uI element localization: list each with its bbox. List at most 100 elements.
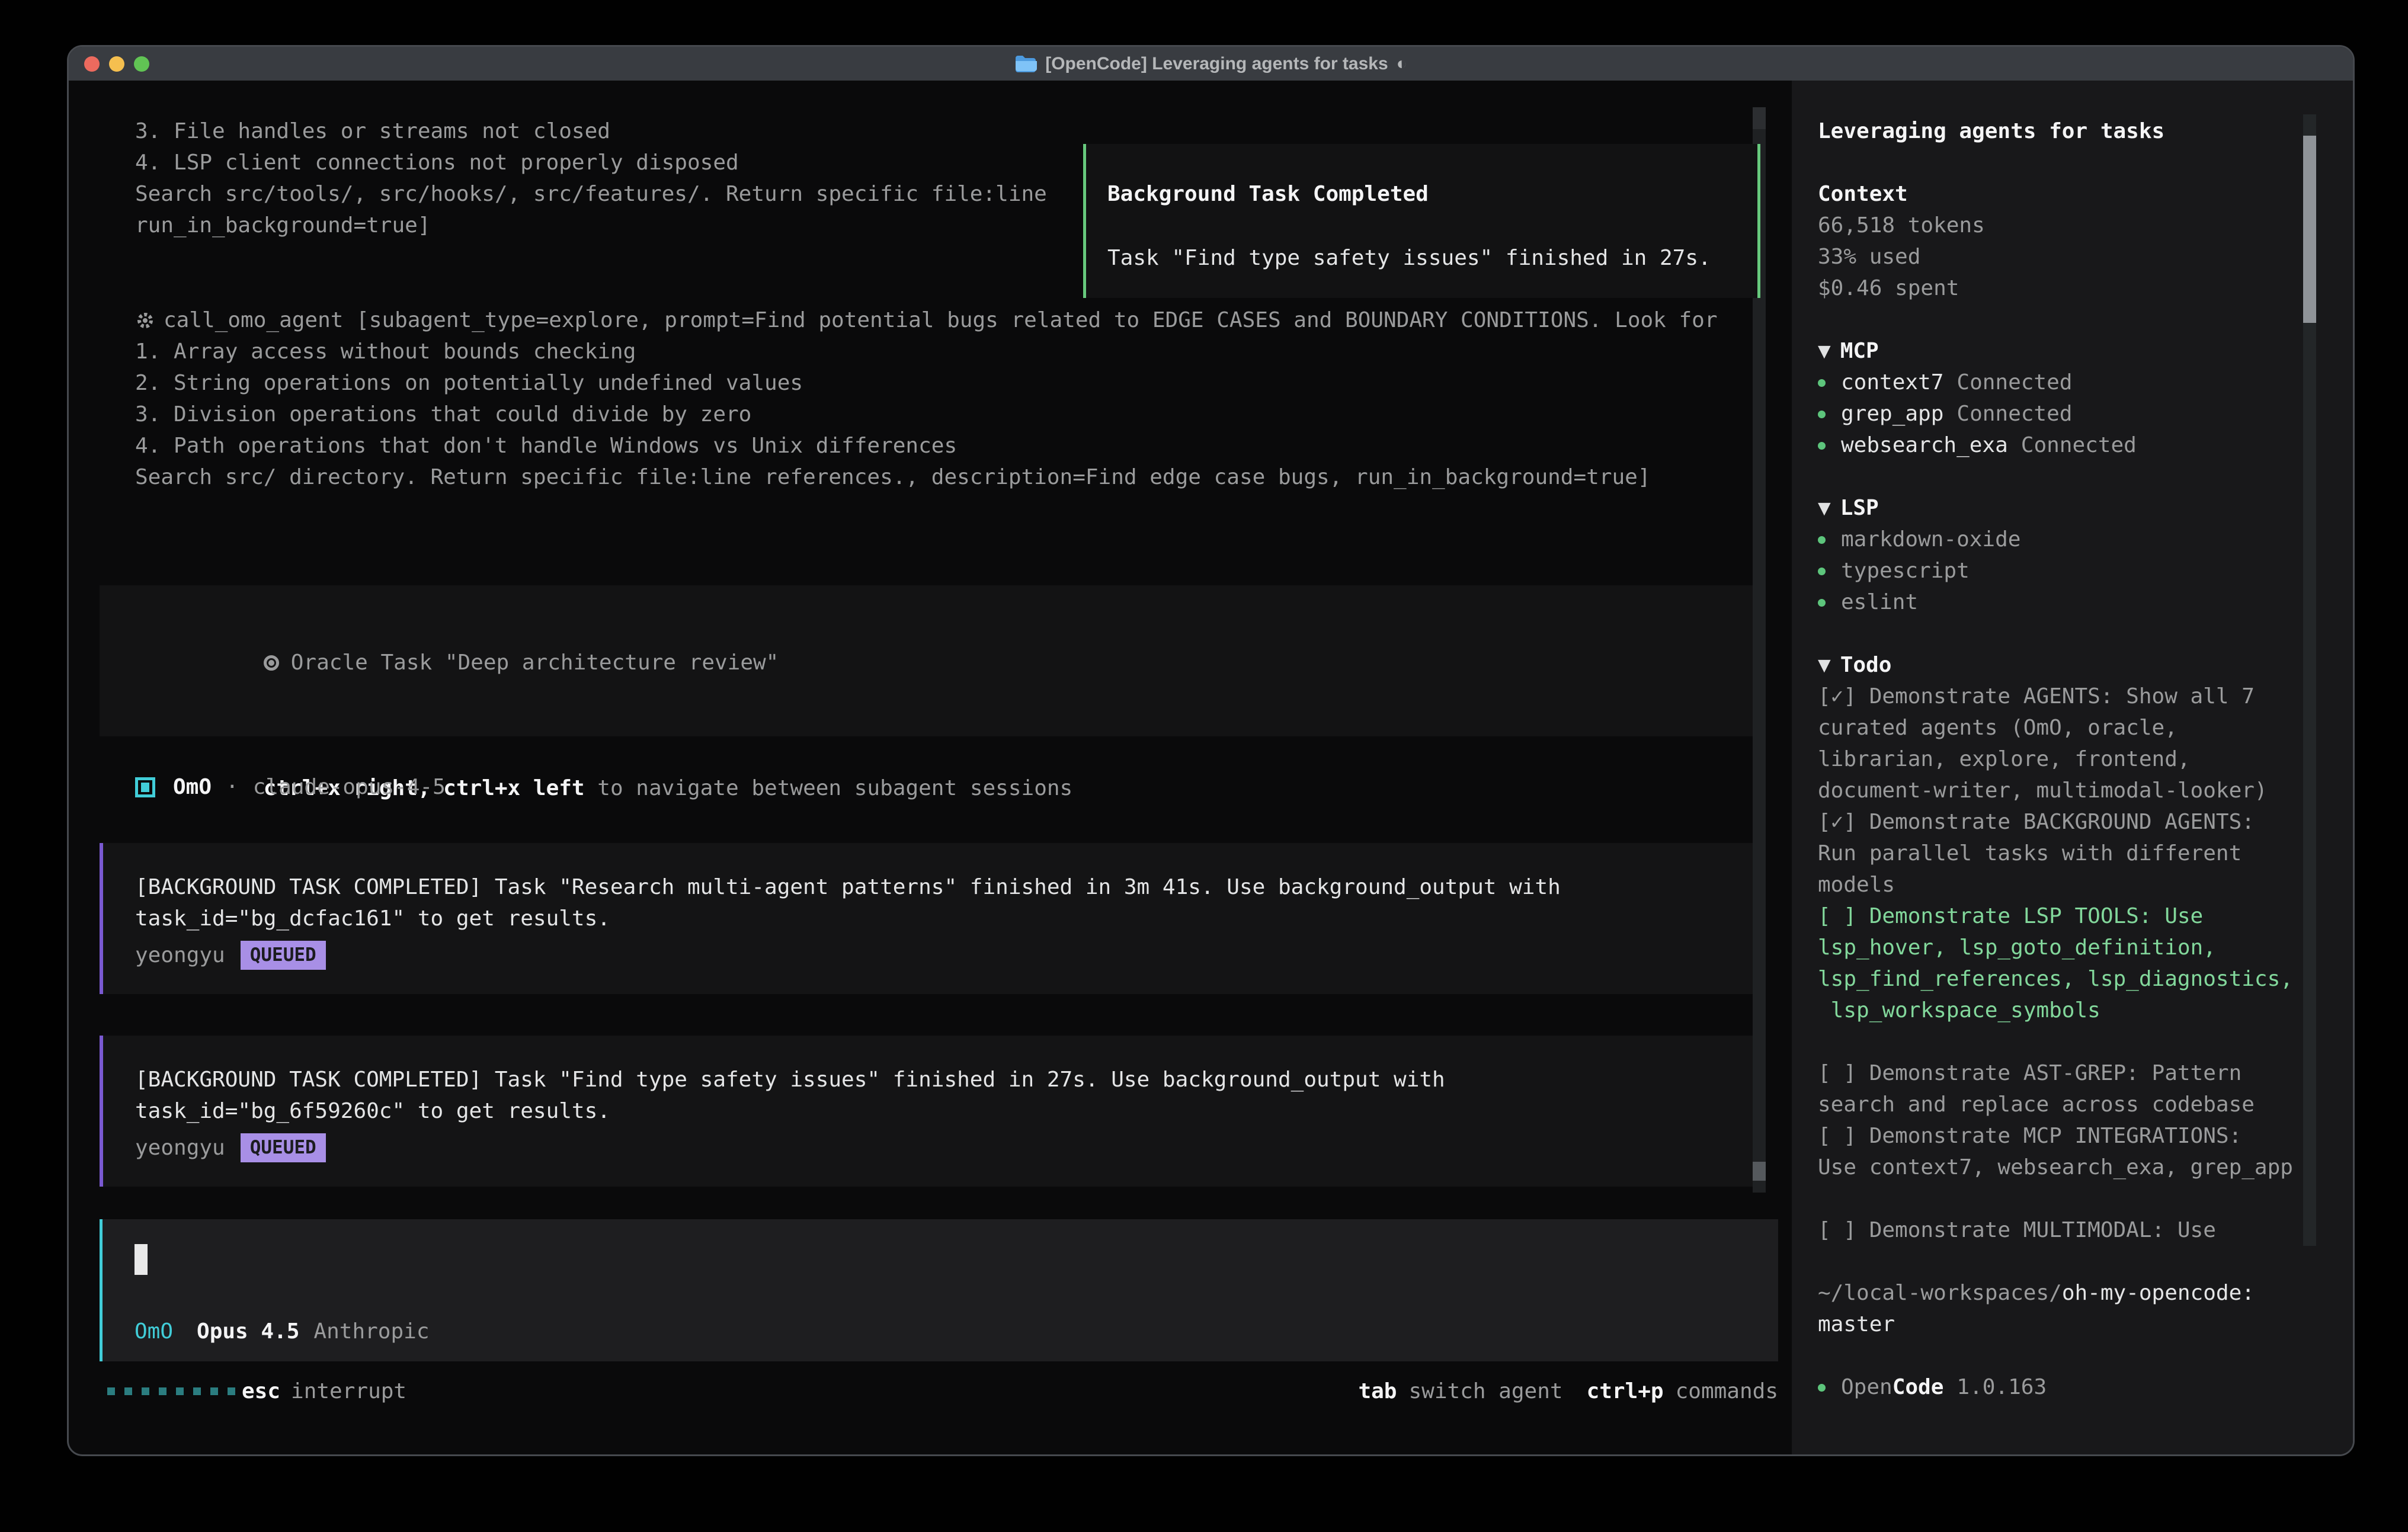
- minimize-button[interactable]: [109, 56, 124, 72]
- prompt-input[interactable]: OmO Opus 4.5 Anthropic: [100, 1219, 1778, 1361]
- text-cursor: [135, 1244, 148, 1275]
- tool-call-item: 2. String operations on potentially unde…: [135, 367, 1718, 399]
- todo-line: [ ] Demonstrate MCP INTEGRATIONS:: [1818, 1120, 2301, 1152]
- lsp-section-header[interactable]: ▼ LSP: [1818, 492, 2301, 524]
- tool-call-footer: Search src/ directory. Return specific f…: [135, 461, 1718, 493]
- spinner-dot: [176, 1387, 184, 1395]
- mcp-heading: MCP: [1840, 339, 1879, 363]
- tool-call-header: call_omo_agent [subagent_type=explore, p…: [164, 305, 1718, 336]
- mcp-status: Connected: [1956, 370, 2072, 395]
- spinner-dot: [228, 1387, 235, 1395]
- app-version: 1.0.163: [1956, 1375, 2047, 1399]
- todo-line-active: [ ] Demonstrate LSP TOOLS: Use: [1818, 900, 2301, 932]
- spacer: [1818, 304, 2301, 335]
- chat-scrollbar-thumb[interactable]: [1753, 1162, 1766, 1181]
- toast-title: Background Task Completed: [1107, 178, 1757, 210]
- spacer: [1818, 1183, 2301, 1214]
- status-dot-icon: [1818, 411, 1826, 418]
- status-bar: esc interrupt tab switch agent ctrl+p co…: [69, 1376, 1792, 1407]
- esc-key-hint: esc: [242, 1376, 280, 1407]
- session-state-icon: ◐: [1397, 54, 1407, 74]
- chevron-down-icon[interactable]: ▼: [1818, 653, 1831, 677]
- status-dot-icon: [1818, 536, 1826, 544]
- scrollback-line: 3. File handles or streams not closed: [135, 116, 1047, 147]
- chevron-down-icon[interactable]: ▼: [1818, 496, 1831, 520]
- todo-heading: Todo: [1840, 653, 1892, 677]
- status-dot-icon: [1818, 442, 1826, 450]
- chat-scrollbar-top-segment[interactable]: [1753, 107, 1766, 129]
- lsp-heading: LSP: [1840, 496, 1879, 520]
- agent-header: OmO · claude-opus-4-5: [135, 771, 446, 803]
- workspace-branch: master: [1818, 1309, 2301, 1340]
- todo-line-active: lsp_hover, lsp_goto_definition,: [1818, 932, 2301, 963]
- spinner-dot: [142, 1387, 149, 1395]
- spinner-dot: [210, 1387, 218, 1395]
- spinner-dot: [193, 1387, 201, 1395]
- esc-action-hint: interrupt: [291, 1376, 406, 1407]
- message-card: [BACKGROUND TASK COMPLETED] Task "Resear…: [100, 843, 1759, 994]
- message-line: task_id="bg_6f59260c" to get results.: [135, 1095, 1759, 1127]
- lsp-name: typescript: [1841, 559, 1970, 583]
- zoom-button[interactable]: [134, 56, 149, 72]
- tab-key-hint: tab: [1358, 1376, 1397, 1407]
- oracle-task-panel[interactable]: Oracle Task "Deep architecture review" c…: [100, 585, 1759, 736]
- close-button[interactable]: [84, 56, 100, 72]
- todo-line: [✓] Demonstrate AGENTS: Show all 7: [1818, 681, 2301, 712]
- status-badge: QUEUED: [241, 1133, 326, 1162]
- todo-line: [ ] Demonstrate MULTIMODAL: Use: [1818, 1214, 2301, 1246]
- chevron-down-icon[interactable]: ▼: [1818, 339, 1831, 363]
- message-card: [BACKGROUND TASK COMPLETED] Task "Find t…: [100, 1036, 1759, 1187]
- ctrlp-key-hint: ctrl+p: [1587, 1376, 1664, 1407]
- status-badge: QUEUED: [241, 941, 326, 970]
- workspace-repo: oh-my-opencode:: [2062, 1281, 2255, 1305]
- spinner-dot: [124, 1387, 132, 1395]
- todo-line: librarian, explore, frontend,: [1818, 743, 2301, 775]
- mcp-item: context7Connected: [1818, 367, 2301, 398]
- scrollback-line: Search src/tools/, src/hooks/, src/featu…: [135, 178, 1047, 210]
- mcp-item: grep_appConnected: [1818, 398, 2301, 430]
- tool-call-item: 4. Path operations that don't handle Win…: [135, 430, 1718, 461]
- todo-line: Use context7, websearch_exa, grep_app: [1818, 1152, 2301, 1183]
- todo-line: search and replace across codebase: [1818, 1089, 2301, 1120]
- message-author: yeongyu: [135, 1132, 225, 1164]
- window-title-group: [OpenCode] Leveraging agents for tasks ◐: [1014, 54, 1407, 74]
- spacer: [1818, 1340, 2301, 1371]
- titlebar[interactable]: [OpenCode] Leveraging agents for tasks ◐: [69, 47, 2353, 81]
- scrollback-text: 3. File handles or streams not closed 4.…: [135, 116, 1047, 241]
- oracle-hint-text: to navigate between subagent sessions: [585, 776, 1073, 800]
- todo-line: Run parallel tasks with different: [1818, 838, 2301, 869]
- spinner-dots: [107, 1376, 245, 1407]
- todo-line: models: [1818, 869, 2301, 900]
- todo-line: [✓] Demonstrate BACKGROUND AGENTS:: [1818, 806, 2301, 838]
- mcp-status: Connected: [1956, 402, 2072, 426]
- sidebar-scrollbar-thumb[interactable]: [2303, 136, 2316, 323]
- sidebar-scrollbar[interactable]: [2303, 114, 2316, 1246]
- oracle-task-title: Oracle Task "Deep architecture review": [291, 650, 779, 675]
- mcp-section-header[interactable]: ▼ MCP: [1818, 335, 2301, 367]
- message-line: task_id="bg_dcfac161" to get results.: [135, 903, 1759, 934]
- lsp-item: typescript: [1818, 555, 2301, 586]
- ctrlp-action-hint: commands: [1676, 1376, 1778, 1407]
- app-name-dim: Open: [1841, 1375, 1893, 1399]
- status-dot-icon: [1818, 568, 1826, 575]
- input-model-label[interactable]: Opus 4.5: [197, 1316, 299, 1347]
- agent-square-icon: [135, 777, 155, 797]
- spinner-dot: [159, 1387, 166, 1395]
- lsp-name: eslint: [1841, 590, 1918, 614]
- sidebar: Leveraging agents for tasks Context 66,5…: [1792, 81, 2353, 1454]
- folder-icon: [1014, 55, 1037, 73]
- status-dot-icon: [1818, 379, 1826, 387]
- context-spent: $0.46 spent: [1818, 273, 2301, 304]
- message-line: [BACKGROUND TASK COMPLETED] Task "Find t…: [135, 1064, 1759, 1095]
- spacer: [1818, 461, 2301, 492]
- context-heading: Context: [1818, 178, 2301, 210]
- context-tokens: 66,518 tokens: [1818, 210, 2301, 241]
- input-agent-label[interactable]: OmO: [135, 1316, 173, 1347]
- todo-section-header[interactable]: ▼ Todo: [1818, 649, 2301, 681]
- chat-pane: 3. File handles or streams not closed 4.…: [69, 81, 1792, 1454]
- gear-icon: [135, 310, 155, 331]
- mcp-name: websearch_exa: [1841, 433, 2008, 457]
- app-version-row: OpenCode1.0.163: [1818, 1371, 2301, 1403]
- workspace-path-prefix: ~/local-workspaces/: [1818, 1281, 2062, 1305]
- mcp-status: Connected: [2021, 433, 2137, 457]
